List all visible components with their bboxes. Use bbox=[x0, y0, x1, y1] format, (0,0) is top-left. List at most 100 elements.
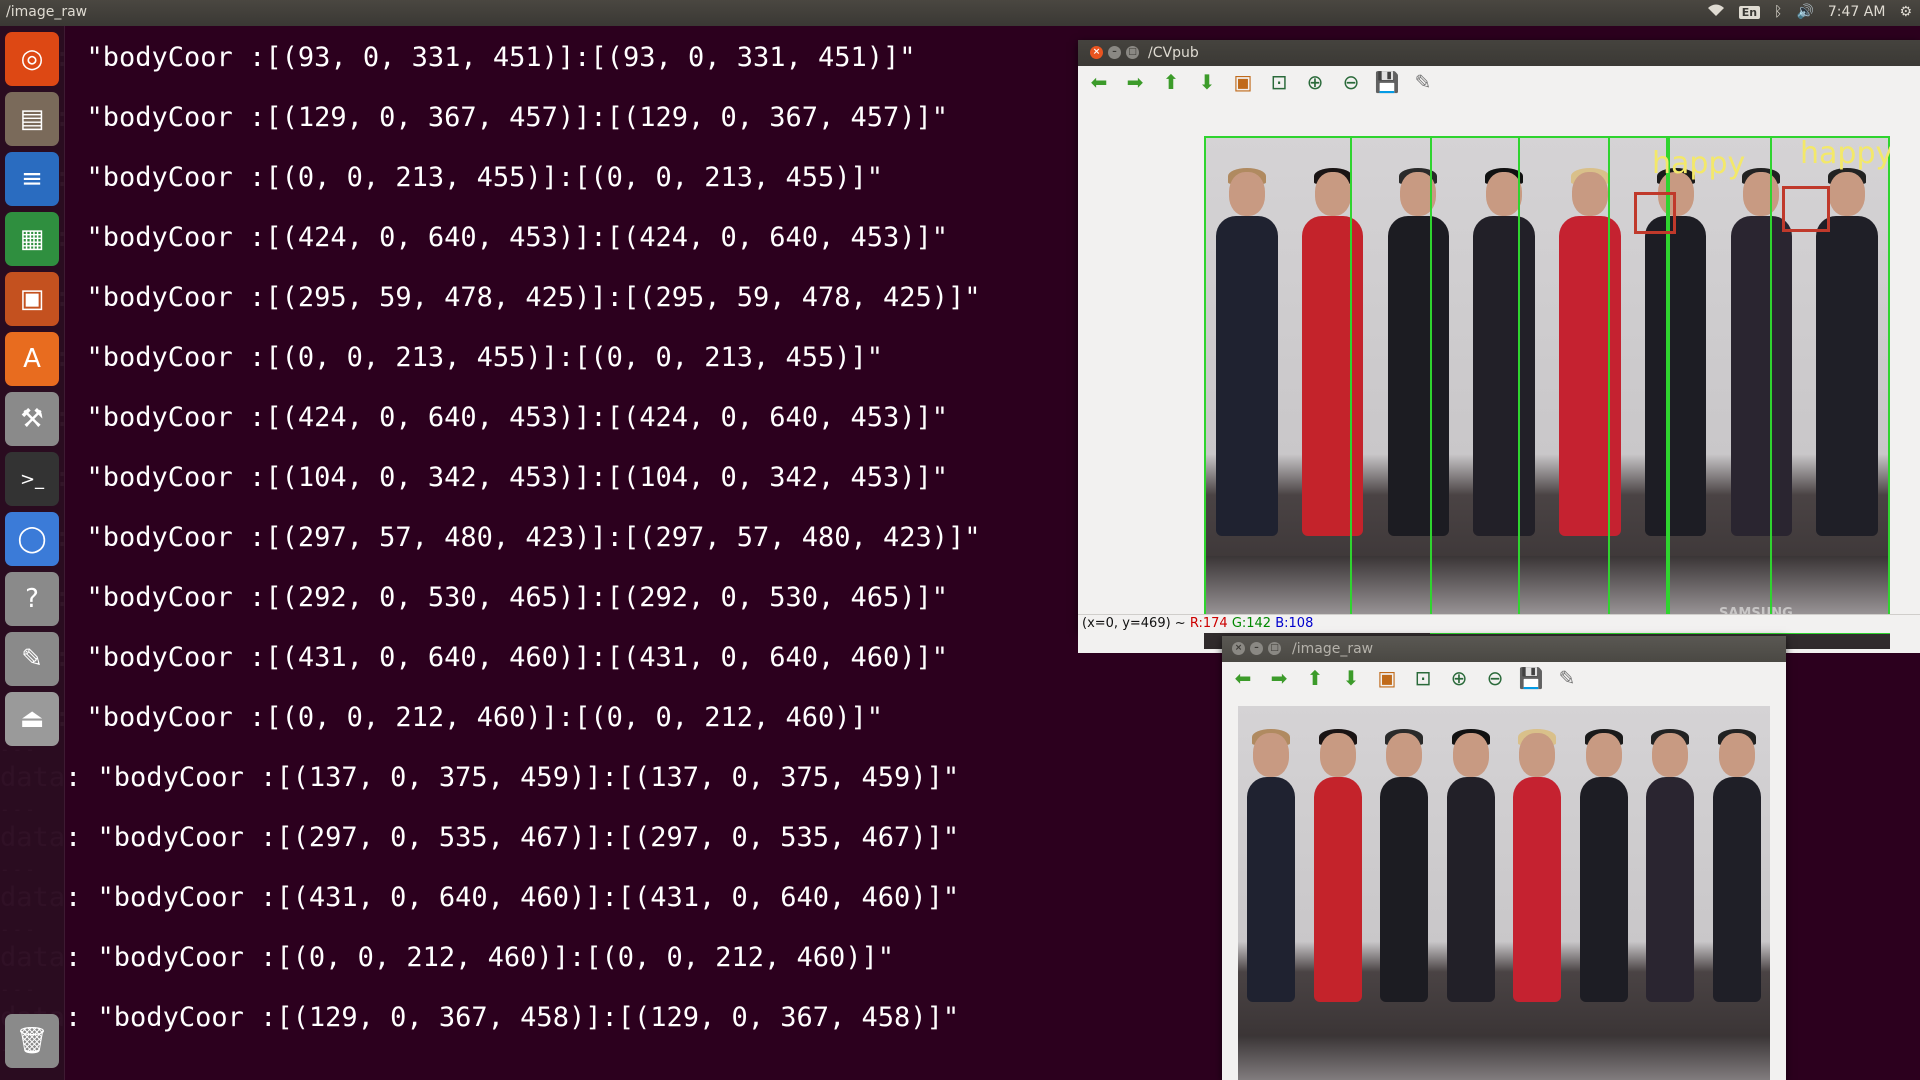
chromium-icon[interactable]: ◯ bbox=[5, 512, 59, 566]
zoom-in-icon[interactable]: ⊕ bbox=[1302, 70, 1328, 94]
active-window-title: /image_raw bbox=[6, 4, 88, 20]
image-raw-image-area[interactable] bbox=[1222, 694, 1786, 1080]
up-arrow-icon[interactable]: ⬆ bbox=[1158, 70, 1184, 94]
terminal-line: : "bodyCoor :[(0, 0, 213, 455)]:[(0, 0, … bbox=[0, 342, 883, 373]
body-detection-box bbox=[1430, 136, 1520, 634]
tv-bezel bbox=[1238, 1036, 1770, 1080]
minimize-icon[interactable]: – bbox=[1250, 642, 1263, 655]
image-raw-image bbox=[1238, 706, 1770, 1080]
terminal-line: : "bodyCoor :[(292, 0, 530, 465)]:[(292,… bbox=[0, 582, 948, 613]
drive-icon[interactable]: ⏏ bbox=[5, 692, 59, 746]
files-icon[interactable]: ▤ bbox=[5, 92, 59, 146]
terminal-line-text: : "bodyCoor :[(297, 57, 480, 423)]:[(297… bbox=[54, 522, 981, 553]
body-detection-box bbox=[1350, 136, 1432, 629]
cvpub-image-area[interactable]: SAMSUNG happy happy bbox=[1078, 98, 1920, 653]
zoom-in-icon[interactable]: ⊕ bbox=[1446, 666, 1472, 690]
down-arrow-icon[interactable]: ⬇ bbox=[1194, 70, 1220, 94]
text-editor-icon[interactable]: ✎ bbox=[5, 632, 59, 686]
terminal-line: data: "bodyCoor :[(431, 0, 640, 460)]:[(… bbox=[0, 882, 959, 913]
terminal-line-text: : "bodyCoor :[(0, 0, 212, 460)]:[(0, 0, … bbox=[65, 942, 895, 973]
person-figure bbox=[1579, 728, 1628, 1003]
software-center-icon[interactable]: A bbox=[5, 332, 59, 386]
cvpub-titlebar[interactable]: × – □ /CVpub bbox=[1078, 40, 1920, 66]
trash-icon[interactable]: 🗑 bbox=[5, 1014, 59, 1068]
bluetooth-icon[interactable]: ᛒ bbox=[1774, 4, 1782, 20]
terminal-icon[interactable]: >_ bbox=[5, 452, 59, 506]
terminal-line-text: : "bodyCoor :[(431, 0, 640, 460)]:[(431,… bbox=[65, 882, 960, 913]
keyboard-layout-indicator[interactable]: En bbox=[1738, 5, 1761, 19]
maximize-icon[interactable]: □ bbox=[1126, 46, 1139, 59]
zoom-fit-icon[interactable]: ⊡ bbox=[1410, 666, 1436, 690]
pixel-coords: (x=0, y=469) ~ bbox=[1082, 616, 1186, 631]
close-icon[interactable]: × bbox=[1232, 642, 1245, 655]
person-figure bbox=[1247, 728, 1296, 1003]
window-title: /image_raw bbox=[1292, 641, 1374, 657]
image-raw-titlebar[interactable]: × – □ /image_raw bbox=[1222, 636, 1786, 662]
properties-icon[interactable]: ✎ bbox=[1410, 70, 1436, 94]
system-tray: En ᛒ 🔊 7:47 AM ⚙ bbox=[1707, 3, 1912, 21]
back-arrow-icon[interactable]: ⬅ bbox=[1086, 70, 1112, 94]
terminal-line: : "bodyCoor :[(295, 59, 478, 425)]:[(295… bbox=[0, 282, 981, 313]
settings-icon[interactable]: ⚒ bbox=[5, 392, 59, 446]
terminal-line: : "bodyCoor :[(104, 0, 342, 453)]:[(104,… bbox=[0, 462, 948, 493]
pixel-red: R:174 bbox=[1189, 616, 1228, 631]
image-icon[interactable]: ▣ bbox=[1374, 666, 1400, 690]
terminal-line: : "bodyCoor :[(0, 0, 212, 460)]:[(0, 0, … bbox=[0, 702, 883, 733]
body-detection-box bbox=[1518, 136, 1610, 634]
close-icon[interactable]: × bbox=[1090, 46, 1103, 59]
help-icon[interactable]: ? bbox=[5, 572, 59, 626]
zoom-out-icon[interactable]: ⊖ bbox=[1338, 70, 1364, 94]
image-raw-toolbar: ⬅ ➡ ⬆ ⬇ ▣ ⊡ ⊕ ⊖ 💾 ✎ bbox=[1222, 662, 1786, 695]
forward-arrow-icon[interactable]: ➡ bbox=[1266, 666, 1292, 690]
terminal-line: : "bodyCoor :[(0, 0, 213, 455)]:[(0, 0, … bbox=[0, 162, 883, 193]
window-title: /CVpub bbox=[1148, 45, 1199, 61]
terminal-line: : "bodyCoor :[(424, 0, 640, 453)]:[(424,… bbox=[0, 402, 948, 433]
pixel-blue: B:108 bbox=[1275, 616, 1314, 631]
body-detection-box bbox=[1204, 136, 1352, 629]
person-figure bbox=[1446, 728, 1495, 1003]
terminal-line-text: : "bodyCoor :[(424, 0, 640, 453)]:[(424,… bbox=[54, 402, 949, 433]
cvpub-statusbar: (x=0, y=469) ~ R:174 G:142 B:108 bbox=[1078, 614, 1920, 633]
terminal-line: data: "bodyCoor :[(129, 0, 367, 458)]:[(… bbox=[0, 1002, 959, 1033]
terminal-line: data: "bodyCoor :[(137, 0, 375, 459)]:[(… bbox=[0, 762, 959, 793]
person-figure bbox=[1646, 728, 1695, 1003]
wifi-icon[interactable] bbox=[1707, 3, 1725, 21]
terminal-line: data: "bodyCoor :[(297, 0, 535, 467)]:[(… bbox=[0, 822, 959, 853]
gear-icon[interactable]: ⚙ bbox=[1899, 4, 1912, 20]
top-panel: /image_raw En ᛒ 🔊 7:47 AM ⚙ bbox=[0, 0, 1920, 26]
terminal-output: : "bodyCoor :[(93, 0, 331, 451)]:[(93, 0… bbox=[0, 26, 1080, 1080]
zoom-out-icon[interactable]: ⊖ bbox=[1482, 666, 1508, 690]
writer-icon[interactable]: ≡ bbox=[5, 152, 59, 206]
terminal-line-text: : "bodyCoor :[(93, 0, 331, 451)]:[(93, 0… bbox=[54, 42, 916, 73]
terminal-line-text: : "bodyCoor :[(137, 0, 375, 459)]:[(137,… bbox=[65, 762, 960, 793]
person-figure bbox=[1313, 728, 1362, 1003]
maximize-icon[interactable]: □ bbox=[1268, 642, 1281, 655]
terminal-line-text: : "bodyCoor :[(431, 0, 640, 460)]:[(431,… bbox=[54, 642, 949, 673]
terminal-line-text: : "bodyCoor :[(295, 59, 478, 425)]:[(295… bbox=[54, 282, 981, 313]
minimize-icon[interactable]: – bbox=[1108, 46, 1121, 59]
zoom-fit-icon[interactable]: ⊡ bbox=[1266, 70, 1292, 94]
person-figure bbox=[1712, 728, 1761, 1003]
up-arrow-icon[interactable]: ⬆ bbox=[1302, 666, 1328, 690]
person-figure bbox=[1380, 728, 1429, 1003]
image-icon[interactable]: ▣ bbox=[1230, 70, 1256, 94]
image-raw-window: × – □ /image_raw ⬅ ➡ ⬆ ⬇ ▣ ⊡ ⊕ ⊖ 💾 ✎ bbox=[1222, 636, 1786, 1080]
back-arrow-icon[interactable]: ⬅ bbox=[1230, 666, 1256, 690]
terminal-line-text: : "bodyCoor :[(0, 0, 213, 455)]:[(0, 0, … bbox=[54, 342, 884, 373]
terminal-line-text: : "bodyCoor :[(297, 0, 535, 467)]:[(297,… bbox=[65, 822, 960, 853]
terminal-line: : "bodyCoor :[(431, 0, 640, 460)]:[(431,… bbox=[0, 642, 948, 673]
save-icon[interactable]: 💾 bbox=[1374, 70, 1400, 94]
calc-icon[interactable]: ▦ bbox=[5, 212, 59, 266]
clock[interactable]: 7:47 AM bbox=[1828, 4, 1886, 20]
volume-icon[interactable]: 🔊 bbox=[1796, 4, 1813, 20]
terminal-line-text: : "bodyCoor :[(0, 0, 212, 460)]:[(0, 0, … bbox=[54, 702, 884, 733]
ubuntu-dash-icon[interactable]: ◎ bbox=[5, 32, 59, 86]
face-detection-box bbox=[1634, 192, 1676, 234]
impress-icon[interactable]: ▣ bbox=[5, 272, 59, 326]
cvpub-toolbar: ⬅ ➡ ⬆ ⬇ ▣ ⊡ ⊕ ⊖ 💾 ✎ bbox=[1078, 66, 1920, 99]
terminal-line: : "bodyCoor :[(93, 0, 331, 451)]:[(93, 0… bbox=[0, 42, 916, 73]
save-icon[interactable]: 💾 bbox=[1518, 666, 1544, 690]
down-arrow-icon[interactable]: ⬇ bbox=[1338, 666, 1364, 690]
forward-arrow-icon[interactable]: ➡ bbox=[1122, 70, 1148, 94]
properties-icon[interactable]: ✎ bbox=[1554, 666, 1580, 690]
